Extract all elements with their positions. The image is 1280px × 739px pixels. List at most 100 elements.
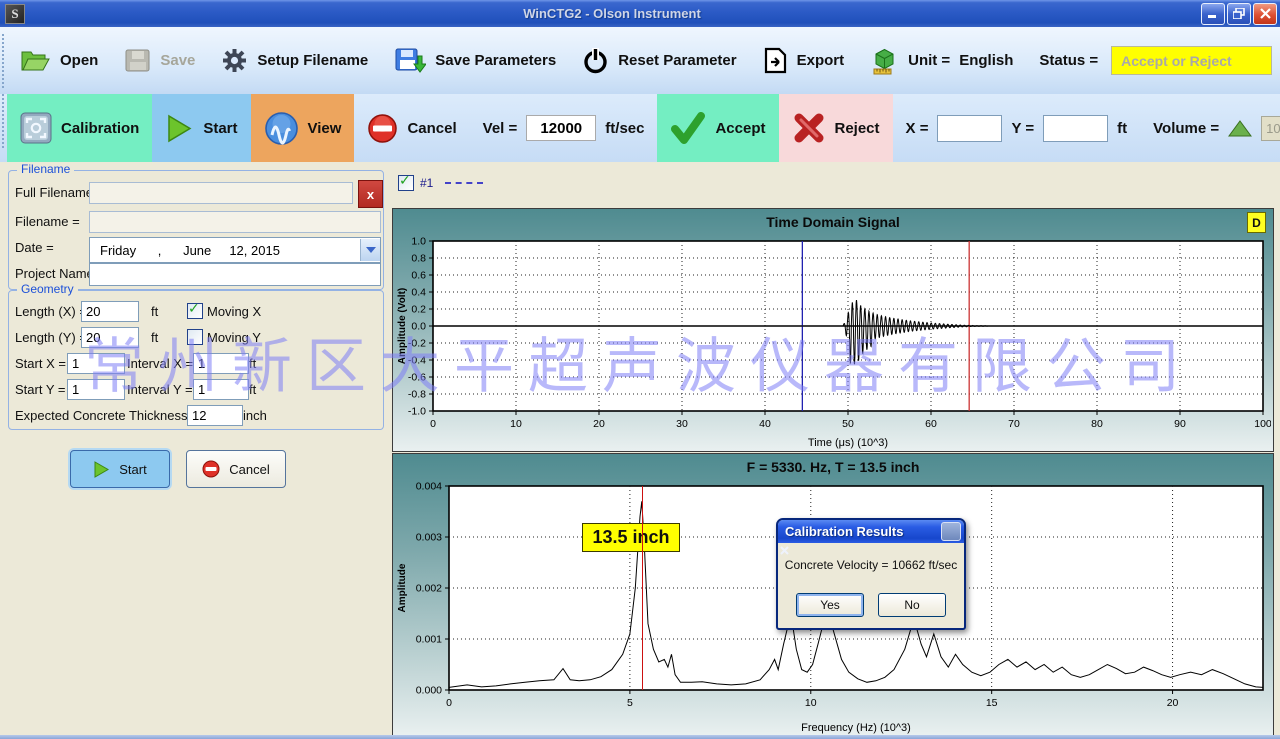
action-toolbar: Calibration Start View Cancel Vel = ft/s… (0, 94, 1280, 164)
save-parameters-label: Save Parameters (435, 52, 556, 69)
svg-text:20: 20 (593, 418, 605, 430)
close-panel-button[interactable]: x (358, 180, 383, 208)
unit-toggle-button[interactable]: Unit = English (857, 46, 1026, 75)
minimize-button[interactable] (1201, 3, 1225, 25)
svg-text:-0.2: -0.2 (408, 338, 426, 350)
interval-y-label: Interval Y = (127, 382, 193, 397)
interval-y-input[interactable] (193, 379, 249, 400)
velocity-input[interactable] (526, 115, 596, 141)
svg-text:0.0: 0.0 (411, 321, 426, 333)
calibration-label: Calibration (61, 120, 139, 137)
project-name-input[interactable] (89, 263, 381, 286)
reject-button[interactable]: Reject (779, 94, 893, 162)
svg-text:Amplitude: Amplitude (397, 563, 408, 612)
panel-start-label: Start (119, 462, 146, 477)
no-button[interactable]: No (878, 593, 946, 617)
no-entry-icon (367, 113, 398, 144)
status-group: Status = Accept or Reject (1026, 46, 1280, 75)
length-x-unit: ft (151, 304, 158, 319)
app-icon: S (5, 4, 25, 24)
start-button[interactable]: Start (152, 94, 250, 162)
date-label: Date = (15, 240, 54, 255)
thickness-label: Expected Concrete Thickness = (15, 408, 199, 423)
toolbar-grip[interactable] (2, 94, 4, 148)
start-x-input[interactable] (67, 353, 125, 374)
view-button[interactable]: View (251, 94, 355, 162)
geometry-group-title: Geometry (17, 282, 78, 296)
svg-text:0.001: 0.001 (416, 634, 442, 646)
calibration-target-icon (20, 112, 52, 144)
channel-1-checkbox[interactable] (398, 175, 414, 191)
close-button[interactable] (1253, 3, 1277, 25)
moving-x-checkbox[interactable] (187, 303, 203, 319)
dialog-close-button[interactable] (941, 522, 961, 541)
moving-y-checkbox[interactable] (187, 329, 203, 345)
setup-filename-button[interactable]: Setup Filename (208, 47, 381, 74)
yes-button[interactable]: Yes (796, 593, 864, 617)
svg-text:5: 5 (627, 697, 633, 709)
svg-text:60: 60 (925, 418, 937, 430)
svg-text:80: 80 (1091, 418, 1103, 430)
y-input[interactable] (1043, 115, 1108, 142)
time-domain-plot[interactable]: -1.0-0.8-0.6-0.4-0.20.00.20.40.60.81.001… (395, 235, 1271, 451)
accept-button[interactable]: Accept (657, 94, 778, 162)
waveform-icon (264, 111, 299, 146)
chevron-down-icon[interactable] (360, 239, 380, 261)
svg-text:15: 15 (986, 697, 998, 709)
cancel-button[interactable]: Cancel (354, 94, 469, 162)
save-button[interactable]: Save (111, 48, 208, 73)
open-button[interactable]: Open (7, 48, 111, 73)
export-label: Export (797, 52, 845, 69)
full-filename-input[interactable] (89, 182, 353, 204)
volume-input[interactable] (1261, 116, 1280, 141)
geometry-group: Geometry Length (X) = ft Moving X Length… (8, 290, 384, 430)
svg-text:10: 10 (805, 697, 817, 709)
thickness-unit: inch (243, 408, 267, 423)
thickness-input[interactable] (187, 405, 243, 426)
length-y-input[interactable] (81, 327, 139, 348)
power-icon (582, 47, 609, 74)
start-y-input[interactable] (67, 379, 125, 400)
svg-text:0.002: 0.002 (416, 583, 442, 595)
export-button[interactable]: Export (750, 47, 858, 74)
svg-text:-0.8: -0.8 (408, 389, 426, 401)
xy-unit-label: ft (1117, 120, 1127, 137)
filename-input[interactable] (89, 211, 381, 233)
no-entry-icon (202, 460, 220, 478)
dialog-title: Calibration Results (785, 524, 941, 539)
reject-x-icon (792, 112, 826, 144)
channel-toggle-row: #1 (398, 175, 483, 191)
channel-1-legend-line (445, 182, 483, 184)
restore-icon (1233, 8, 1245, 19)
calibration-button[interactable]: Calibration (7, 94, 152, 162)
filename-group-title: Filename (17, 162, 74, 176)
restore-button[interactable] (1227, 3, 1251, 25)
velocity-group: Vel = ft/sec (470, 94, 658, 162)
save-floppy-icon (124, 48, 151, 73)
save-parameters-button[interactable]: Save Parameters (381, 47, 569, 74)
toolbar-grip[interactable] (2, 34, 4, 88)
length-x-input[interactable] (81, 301, 139, 322)
svg-text:-0.6: -0.6 (408, 372, 426, 384)
svg-text:50: 50 (842, 418, 854, 430)
save-label: Save (160, 52, 195, 69)
open-label: Open (60, 52, 98, 69)
panel-cancel-button[interactable]: Cancel (186, 450, 286, 488)
frequency-chart-panel: F = 5330. Hz, T = 13.5 inch 0.0000.0010.… (392, 453, 1274, 737)
volume-up-icon[interactable] (1228, 119, 1252, 138)
d-button[interactable]: D (1247, 212, 1266, 233)
x-input[interactable] (937, 115, 1002, 142)
svg-text:20: 20 (1167, 697, 1179, 709)
svg-text:10: 10 (510, 418, 522, 430)
reset-parameter-button[interactable]: Reset Parameter (569, 47, 749, 74)
panel-start-button[interactable]: Start (70, 450, 170, 488)
save-parameters-icon (394, 47, 426, 74)
frequency-cursor-line[interactable] (642, 486, 644, 690)
time-domain-chart-panel: Time Domain Signal D -1.0-0.8-0.6-0.4-0.… (392, 208, 1274, 452)
interval-x-input[interactable] (193, 353, 249, 374)
date-combobox[interactable]: Friday , June 12, 2015 (89, 237, 381, 263)
svg-text:Frequency (Hz) (10^3): Frequency (Hz) (10^3) (801, 722, 911, 734)
export-icon (763, 47, 788, 74)
svg-text:0.6: 0.6 (411, 270, 426, 282)
dialog-title-bar[interactable]: Calibration Results (778, 520, 964, 543)
